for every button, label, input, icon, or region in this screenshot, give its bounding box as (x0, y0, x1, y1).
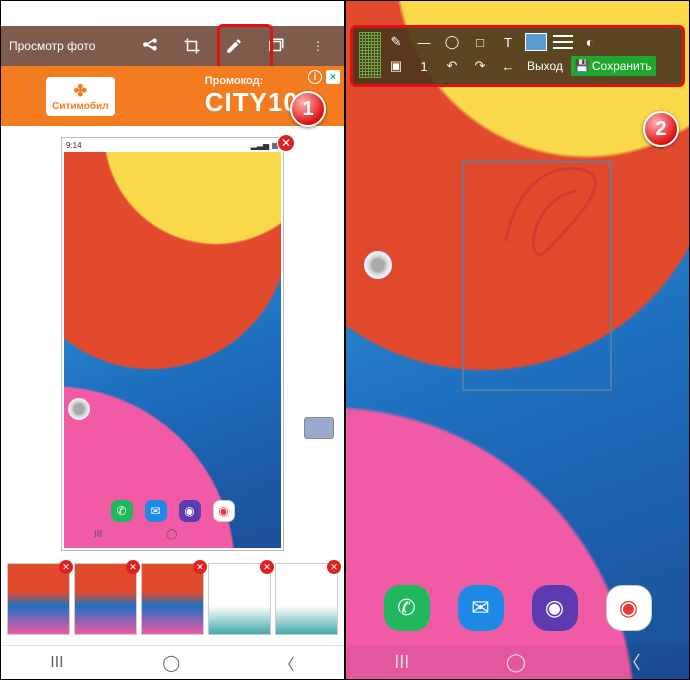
user-drawn-scribble[interactable] (496, 141, 616, 261)
ad-close-icon[interactable]: × (326, 70, 340, 84)
thumbnail[interactable]: ✕ (208, 563, 271, 635)
preview-dock: ✆ ✉ ◉ ◉ (62, 500, 283, 522)
thumbnail[interactable]: ✕ (74, 563, 137, 635)
thumb-close-icon[interactable]: ✕ (327, 560, 341, 574)
exit-button[interactable]: Выход (525, 59, 565, 73)
redo-icon[interactable]: ↷ (469, 56, 491, 76)
assistive-touch-icon[interactable] (68, 398, 90, 420)
circle-tool-icon[interactable]: ◯ (441, 32, 463, 52)
rect-tool-icon[interactable]: □ (469, 32, 491, 52)
message-icon: ✉ (145, 500, 167, 522)
browser-icon: ◉ (179, 500, 201, 522)
save-button[interactable]: Сохранить (571, 56, 656, 76)
pencil-tool-icon[interactable]: ✎ (385, 32, 407, 52)
camera-app-icon[interactable]: ◉ (606, 585, 652, 631)
viewer-title: Просмотр фото (9, 39, 95, 53)
toolbar-row-1: ✎ — ◯ □ T ◐ (385, 32, 676, 52)
step-badge-1: 1 (290, 91, 326, 127)
nav-home[interactable]: ◯ (162, 653, 180, 673)
phone-icon: ✆ (111, 500, 133, 522)
ad-promo-label: Промокод: (205, 75, 299, 87)
one-icon[interactable]: 1 (413, 56, 435, 76)
thumbnail[interactable]: ✕ (275, 563, 338, 635)
eyedropper-icon[interactable]: ◐ (579, 32, 601, 52)
assistive-touch-icon[interactable] (364, 251, 392, 279)
camera-icon: ◉ (213, 500, 235, 522)
preview-statusbar: 9:14 ▂▃▅ ▦ (66, 141, 279, 150)
thumb-close-icon[interactable]: ✕ (59, 560, 73, 574)
system-navbar: III ◯ 〈 (1, 645, 344, 679)
viewer-canvas: 9:14 ▂▃▅ ▦ ✕ ✆ ✉ ◉ ◉ III ◯ 〈 (1, 129, 344, 559)
browser-app-icon[interactable]: ◉ (532, 585, 578, 631)
more-icon[interactable]: ⋮ (300, 30, 336, 62)
nav-home[interactable]: ◯ (506, 652, 526, 673)
step-badge-2: 2 (643, 111, 679, 147)
thumb-close-icon[interactable]: ✕ (126, 560, 140, 574)
text-tool-icon[interactable]: T (497, 32, 519, 52)
thumbnail-strip[interactable]: ✕ ✕ ✕ ✕ ✕ (7, 563, 338, 635)
preview-close-icon[interactable]: ✕ (277, 134, 295, 152)
phone-app-icon[interactable]: ✆ (384, 585, 430, 631)
nav-back[interactable]: 〈 (623, 649, 641, 675)
undo-icon[interactable]: ↶ (441, 56, 463, 76)
line-width-icon[interactable] (553, 35, 573, 49)
back-arrow-icon[interactable]: ← (497, 56, 519, 76)
system-navbar: III ◯ 〈 (346, 645, 689, 679)
crop-tool-icon[interactable]: ▣ (385, 56, 407, 76)
panel-photo-editor: ✎ — ◯ □ T ◐ ▣ 1 ↶ ↷ ← (345, 0, 690, 680)
thumb-close-icon[interactable]: ✕ (193, 560, 207, 574)
thumb-close-icon[interactable]: ✕ (260, 560, 274, 574)
gallery-shortcut-icon[interactable] (304, 417, 334, 439)
nav-back[interactable]: 〈 (279, 651, 295, 675)
nav-recents[interactable]: III (50, 654, 63, 672)
home-dock: ✆ ✉ ◉ ◉ (346, 585, 689, 631)
viewer-toolbar: Просмотр фото ⋮ (1, 26, 344, 66)
screenshot-preview[interactable]: 9:14 ▂▃▅ ▦ ✕ ✆ ✉ ◉ ◉ III ◯ 〈 (61, 137, 284, 551)
ad-code: CITY10 (205, 87, 299, 118)
crop-icon[interactable] (174, 30, 210, 62)
toolbar-row-2: ▣ 1 ↶ ↷ ← Выход Сохранить (385, 56, 676, 76)
messages-app-icon[interactable]: ✉ (458, 585, 504, 631)
editor-toolbar: ✎ — ◯ □ T ◐ ▣ 1 ↶ ↷ ← (350, 25, 685, 87)
panel-photo-viewer: Просмотр фото ⋮ Ситимобил Промокод: CITY… (0, 0, 345, 680)
preview-navbar: III ◯ 〈 (62, 529, 283, 544)
texture-swatch-icon[interactable] (359, 32, 381, 78)
thumbnail[interactable]: ✕ (7, 563, 70, 635)
step1-highlight-box (217, 24, 273, 70)
color-swatch-icon[interactable] (525, 33, 547, 51)
share-icon[interactable] (132, 30, 168, 62)
split-comparison: Просмотр фото ⋮ Ситимобил Промокод: CITY… (0, 0, 690, 680)
nav-recents[interactable]: III (394, 652, 409, 673)
thumbnail[interactable]: ✕ (141, 563, 204, 635)
ad-info-icon[interactable]: i (308, 70, 322, 84)
wallpaper-preview (64, 152, 281, 548)
ad-brand: Ситимобил (46, 77, 114, 116)
line-tool-icon[interactable]: — (413, 32, 435, 52)
